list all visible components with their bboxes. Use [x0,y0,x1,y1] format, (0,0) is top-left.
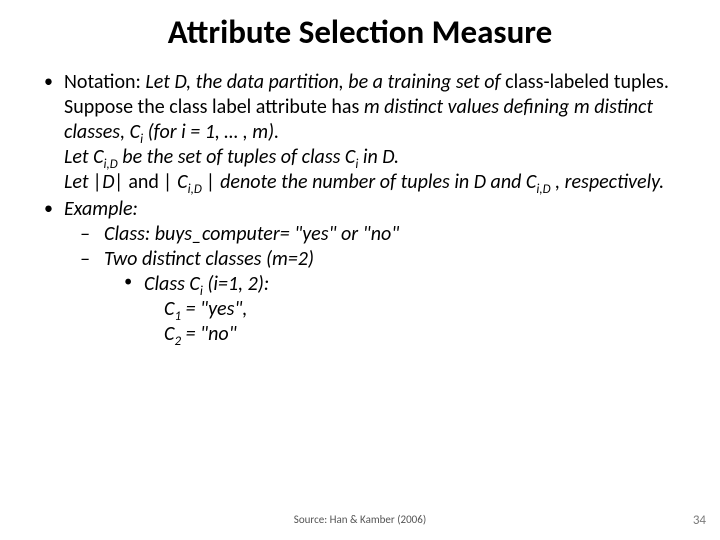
notation-text-3c: in D. [358,145,399,169]
notation-text-3b: be the set of tuples of class C [118,145,356,169]
notation-text-1a: Let D, the data partition, be a training… [145,70,505,94]
notation-text-4e: , respectively. [551,170,665,194]
notation-text-2a: Suppose the class label attribute has [64,95,364,119]
notation-bullet: Notation: Let D, the data partition, be … [38,70,690,195]
notation-label: Notation: [64,70,145,94]
notation-text-4b: and [128,170,163,194]
dash-item-class: Class: buys_computer= "yes" or "no" [80,222,690,247]
slide-title: Attribute Selection Measure [0,0,720,70]
example-label: Example: [64,197,138,221]
dash-list: Class: buys_computer= "yes" or "no" Two … [64,222,690,347]
sub-iD-3: i,D [536,182,550,197]
notation-text-2c: (for i = 1, … , m). [143,120,279,144]
notation-text-4c: | C [163,170,187,194]
inner-bullet-class: Class Ci (i=1, 2): C1 = "yes", C2 = "no" [124,272,690,347]
page-number: 34 [693,513,706,528]
example-bullet: Example: Class: buys_computer= "yes" or … [38,197,690,347]
notation-text-4d: | denote the number of tuples in D and C [202,170,536,194]
c2-rest: = "no" [181,322,237,346]
source-citation: Source: Han & Kamber (2006) [0,513,720,526]
sub-iD-2: i,D [188,182,202,197]
c2-prefix: C [164,322,174,346]
dash-item-distinct: Two distinct classes (m=2) Class Ci (i=1… [80,247,690,347]
c1-prefix: C [164,297,174,321]
notation-text-1b: class-labeled tuples. [505,70,669,94]
class-definitions: C1 = "yes", C2 = "no" [144,297,690,347]
main-bullet-list: Notation: Let D, the data partition, be … [38,70,690,347]
inner-bullet-list: Class Ci (i=1, 2): C1 = "yes", C2 = "no" [104,272,690,347]
inner-b: (i=1, 2): [203,272,269,296]
dash2-text: Two distinct classes (m=2) [104,247,314,271]
notation-text-4a: Let |D| [64,170,128,194]
notation-text-3a: Let C [64,145,104,169]
inner-a: Class C [144,272,200,296]
slide-content: Notation: Let D, the data partition, be … [0,70,720,347]
c1-rest: = "yes", [181,297,247,321]
